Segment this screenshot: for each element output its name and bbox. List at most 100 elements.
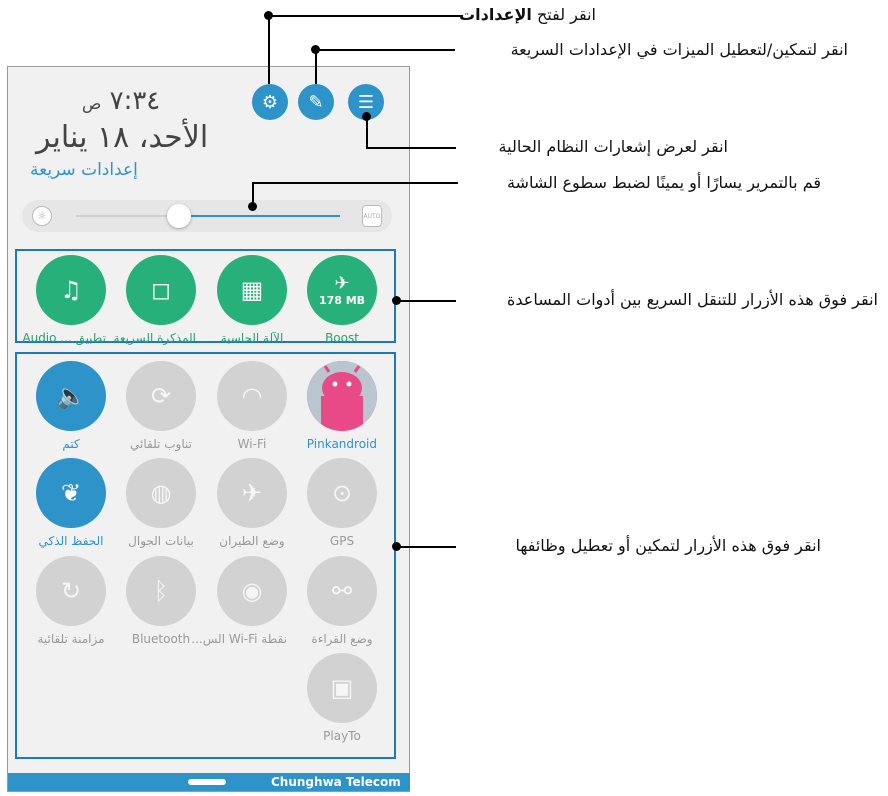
toggle-button-circle[interactable]: ◠ <box>217 361 287 431</box>
bluetooth-icon: ᛒ <box>153 577 169 605</box>
toggle-bluetooth[interactable]: ᛒ Bluetooth <box>126 556 196 646</box>
callout-quick-features: انقر لتمكين/لتعطيل الميزات في الإعدادات … <box>510 40 848 59</box>
tool-button-circle[interactable]: ✈ 178 MB <box>307 255 377 325</box>
notification-list-icon: ☰ <box>357 91 375 113</box>
callout-line-brightness <box>252 183 254 205</box>
callout-settings: انقر لفتح الإعدادات <box>459 5 596 24</box>
tool-button-circle[interactable]: ▦ <box>217 255 287 325</box>
drag-handle[interactable] <box>188 779 226 785</box>
callout-toggles: انقر فوق هذه الأزرار لتمكين أو تعطيل وظا… <box>515 536 821 555</box>
toggle-button-circle[interactable]: ⚯ <box>307 556 377 626</box>
callout-line-notifications-h <box>366 147 456 149</box>
toggle-button-circle[interactable]: ⊙ <box>307 458 377 528</box>
rocket-icon: ✈ <box>334 273 350 294</box>
toggle-wifi[interactable]: ◠ Wi-Fi <box>217 361 287 451</box>
toggle-button-circle[interactable]: ✈ <box>217 458 287 528</box>
toggle-glasses[interactable]: ⚯ وضع القراءة <box>307 556 377 646</box>
callout-line-notifications <box>366 116 368 148</box>
toggle-button-circle[interactable]: ᛒ <box>126 556 196 626</box>
callout-line-settings-h <box>268 15 463 17</box>
toggle-label: تناوب تلقائي <box>130 437 192 451</box>
note-icon: ◻ <box>151 276 171 304</box>
toggle-button-circle[interactable]: ⟳ <box>126 361 196 431</box>
date-label: الأحد، ١٨ يناير <box>36 120 209 155</box>
playto-icon: ▣ <box>330 674 354 702</box>
toggle-label: وضع الطيران <box>219 534 285 548</box>
toggle-playto[interactable]: ▣ PlayTo <box>307 653 377 743</box>
edit-quick-settings-button[interactable]: ✎ <box>298 84 334 120</box>
airplane-icon: ✈ <box>241 479 263 507</box>
toggle-button-circle[interactable] <box>307 361 377 431</box>
auto-rotate-icon: ⟳ <box>150 382 172 410</box>
clock: ٧:٣٤ ص <box>82 86 160 116</box>
brightness-thumb[interactable] <box>166 204 191 228</box>
toggle-auto-rotate[interactable]: ⟳ تناوب تلقائي <box>126 361 196 451</box>
toggle-hotspot[interactable]: ◉ نقطة Wi-Fi الس... <box>191 556 287 646</box>
leaf-icon: ❦ <box>60 479 82 507</box>
callout-line-edit <box>315 50 317 84</box>
tool-label: تطبيق ... Audio <box>22 331 106 345</box>
glasses-icon: ⚯ <box>331 577 353 605</box>
toggle-sync[interactable]: ↻ مزامنة تلقائية <box>36 556 106 646</box>
toggle-button-circle[interactable]: ▣ <box>307 653 377 723</box>
tool-label: الآلة الحاسبة <box>220 331 284 345</box>
toggle-label: وضع القراءة <box>311 632 373 646</box>
brightness-fill <box>178 215 340 217</box>
tool-button-circle[interactable]: ♫ <box>36 255 106 325</box>
auto-brightness-icon[interactable]: AUTO <box>362 205 382 227</box>
toggle-label: كتم <box>62 437 80 451</box>
settings-button[interactable]: ⚙ <box>252 84 288 120</box>
callout-line-toggles <box>396 546 456 548</box>
callout-line-edit-h <box>315 49 455 51</box>
edit-icon: ✎ <box>308 91 324 113</box>
sync-icon: ↻ <box>60 577 82 605</box>
toggle-mobile-data[interactable]: ◍ بيانات الجوال <box>126 458 196 548</box>
callout-dot-edit <box>311 45 320 54</box>
toggle-label: Wi-Fi <box>237 437 267 451</box>
callout-line-settings <box>268 16 270 84</box>
audio-settings-icon: ♫ <box>60 276 82 304</box>
tool-note[interactable]: ◻ المذكرة السريعة <box>113 255 196 345</box>
quick-settings-title: إعدادات سريعة <box>30 160 138 180</box>
toggle-label: GPS <box>329 534 355 548</box>
toggle-label: بيانات الجوال <box>128 534 194 548</box>
tool-label: Boost <box>325 331 359 345</box>
gear-icon: ⚙ <box>261 91 279 113</box>
toggle-mute[interactable]: 🔈 كتم <box>36 361 106 451</box>
toggle-avatar[interactable]: Pinkandroid <box>307 361 377 451</box>
callout-brightness: قم بالتمرير يسارًا أو يمينًا لضبط سطوع ا… <box>506 173 821 192</box>
callout-notifications: انقر لعرض إشعارات النظام الحالية <box>498 137 728 156</box>
avatar-icon <box>307 361 377 431</box>
toggle-button-circle[interactable]: ❦ <box>36 458 106 528</box>
tool-button-circle[interactable]: ◻ <box>126 255 196 325</box>
callout-tools: انقر فوق هذه الأزرار للتنقل السريع بين أ… <box>507 290 878 309</box>
toggle-button-circle[interactable]: ↻ <box>36 556 106 626</box>
tool-rocket[interactable]: ✈ 178 MB Boost <box>307 255 377 345</box>
auto-brightness-label: AUTO <box>363 212 381 220</box>
tool-audio-settings[interactable]: ♫ تطبيق ... Audio <box>22 255 106 345</box>
boost-memory-label: 178 MB <box>318 294 366 307</box>
toggle-label: Bluetooth <box>131 632 191 646</box>
brightness-low-icon: ☼ <box>32 206 52 226</box>
toggle-gps[interactable]: ⊙ GPS <box>307 458 377 548</box>
callout-line-brightness-h <box>252 182 458 184</box>
toggle-label: Pinkandroid <box>306 437 377 451</box>
mute-icon: 🔈 <box>56 382 86 410</box>
tool-calculator[interactable]: ▦ الآلة الحاسبة <box>217 255 287 345</box>
callout-dot-settings <box>264 11 273 20</box>
hotspot-icon: ◉ <box>241 577 263 605</box>
toggle-button-circle[interactable]: ◉ <box>217 556 287 626</box>
wifi-icon: ◠ <box>241 382 263 410</box>
toggle-airplane[interactable]: ✈ وضع الطيران <box>217 458 287 548</box>
toggle-label: نقطة Wi-Fi الس... <box>191 632 287 646</box>
clock-ampm: ص <box>82 94 102 113</box>
calculator-icon: ▦ <box>240 276 264 304</box>
callout-line-tools <box>396 300 456 302</box>
toggle-label: الحفظ الذكي <box>38 534 104 548</box>
toggle-button-circle[interactable]: 🔈 <box>36 361 106 431</box>
toggle-button-circle[interactable]: ◍ <box>126 458 196 528</box>
toggle-label: مزامنة تلقائية <box>37 632 105 646</box>
gps-icon: ⊙ <box>331 479 353 507</box>
tool-label: المذكرة السريعة <box>113 331 196 345</box>
toggle-leaf[interactable]: ❦ الحفظ الذكي <box>36 458 106 548</box>
